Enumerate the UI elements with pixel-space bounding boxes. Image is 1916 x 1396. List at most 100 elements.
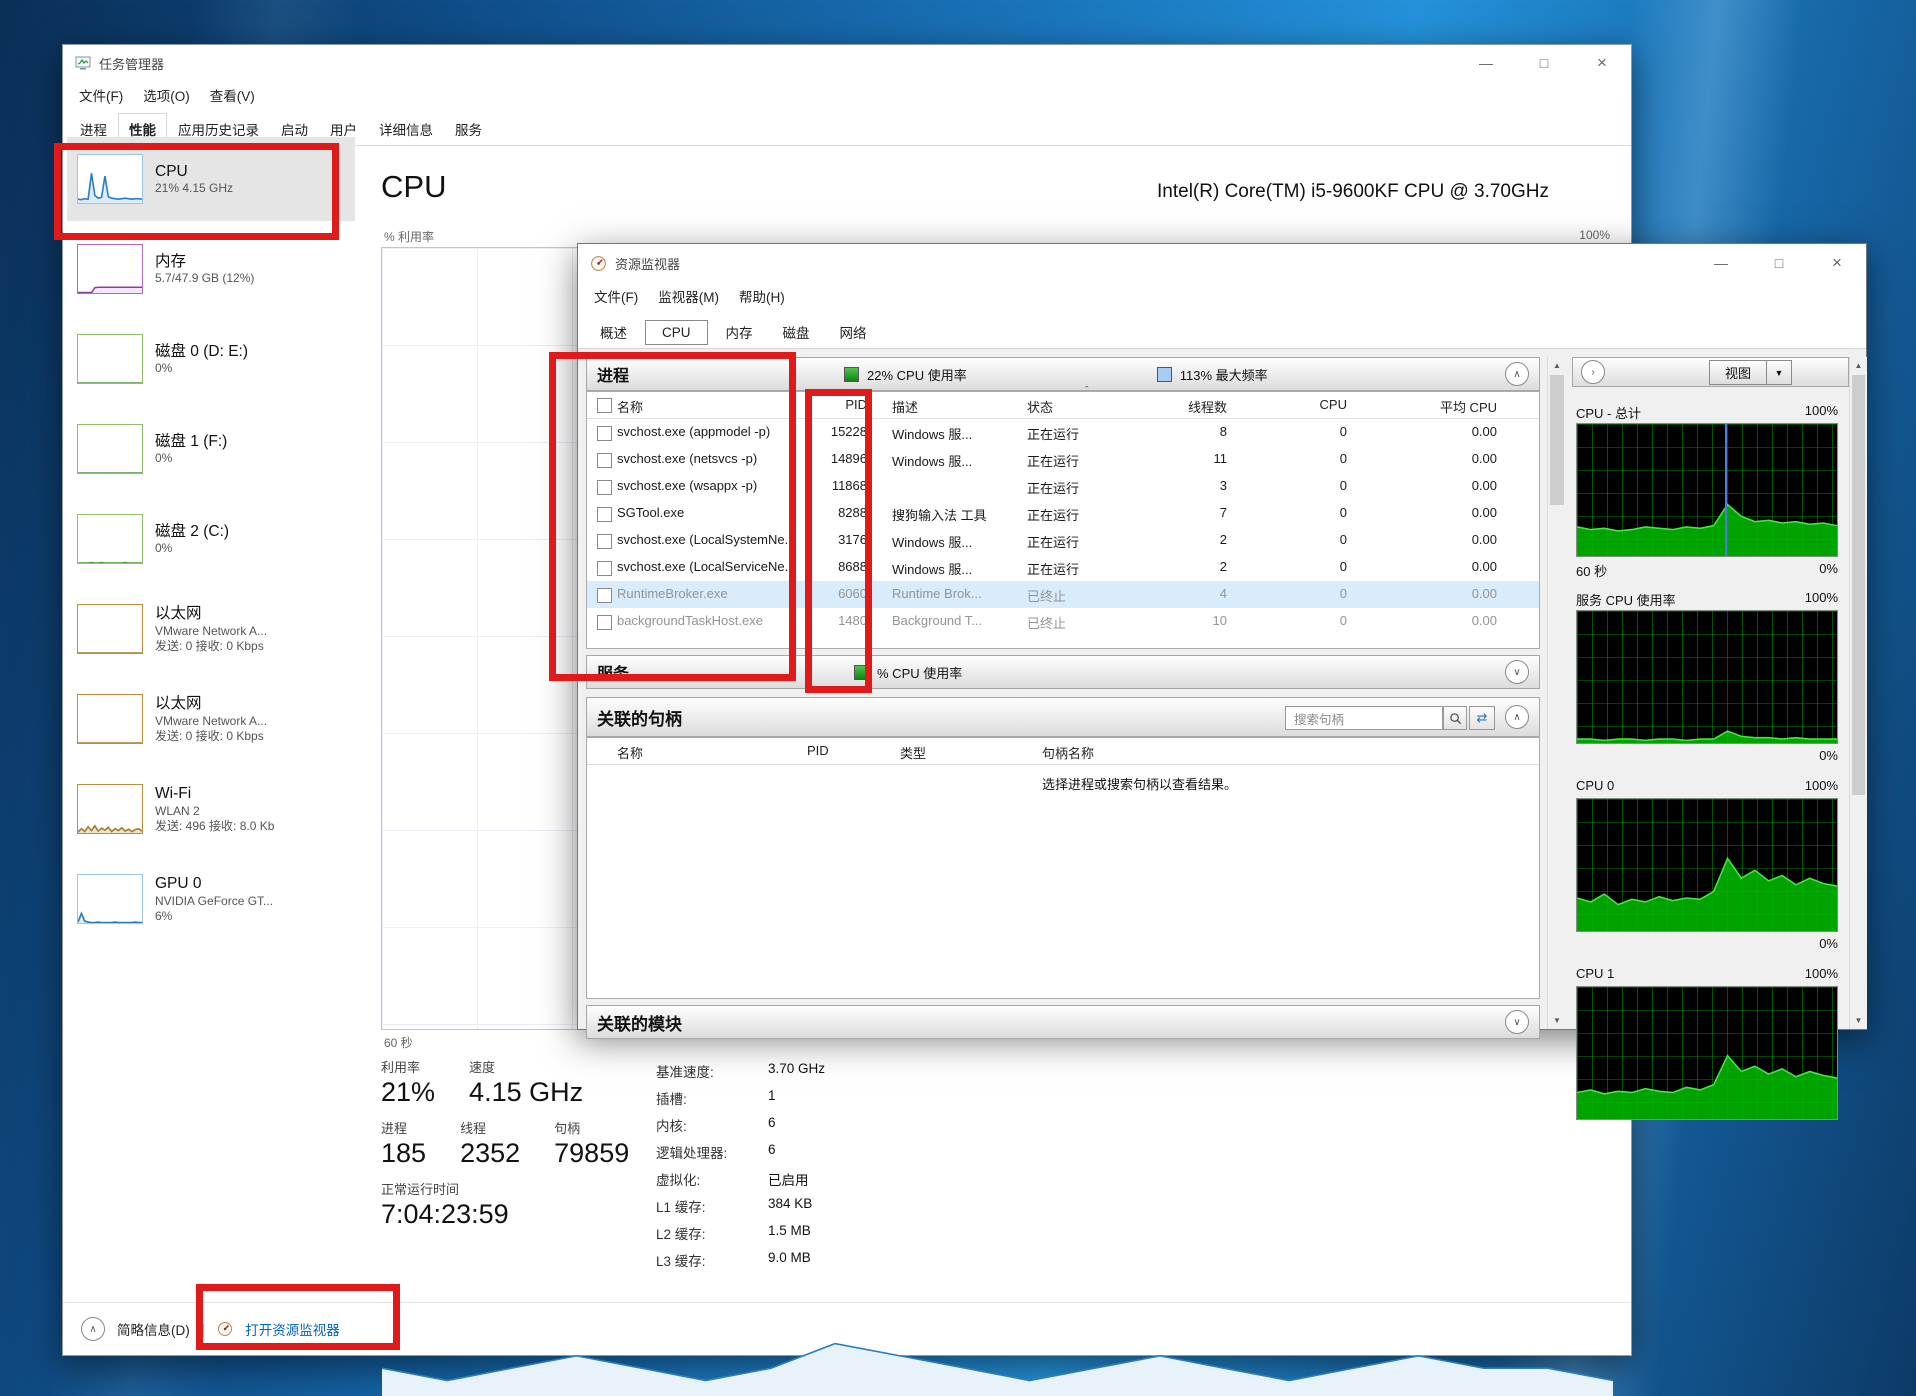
handles-column-PID[interactable]: PID xyxy=(807,743,829,758)
tm-tab-5[interactable]: 详细信息 xyxy=(368,113,444,145)
resource-monitor-titlebar[interactable]: 资源监视器 — □ × xyxy=(578,244,1866,282)
right-scrollbar-thumb[interactable] xyxy=(1852,375,1865,795)
right-scroll-down-arrow[interactable]: ▼ xyxy=(1850,1012,1867,1029)
sidebar-item-subtitle: 6% xyxy=(155,909,273,924)
detail-value: 1 xyxy=(768,1088,776,1108)
expand-graphs-button[interactable]: › xyxy=(1581,360,1605,384)
sidebar-item-2[interactable]: 磁盘 0 (D: E:)0% xyxy=(67,317,355,401)
sidebar-item-7[interactable]: Wi-FiWLAN 2发送: 496 接收: 8.0 Kb xyxy=(67,767,355,851)
modules-section-title: 关联的模块 xyxy=(587,1010,682,1035)
sparkline xyxy=(78,695,142,743)
sidebar-item-6[interactable]: 以太网VMware Network A...发送: 0 接收: 0 Kbps xyxy=(67,677,355,761)
detail-label: 逻辑处理器: xyxy=(656,1142,768,1162)
rm-tab-磁盘[interactable]: 磁盘 xyxy=(771,318,822,346)
handles-section-header[interactable]: 关联的句柄 搜索句柄 ⇄ ∧ xyxy=(586,697,1540,737)
sidebar-item-3[interactable]: 磁盘 1 (F:)0% xyxy=(67,407,355,491)
rm-minimize-button[interactable]: — xyxy=(1692,244,1750,282)
graph-blue-line xyxy=(1725,424,1727,556)
collapse-handles-section-button[interactable]: ∧ xyxy=(1505,705,1529,729)
cell-desc: Windows 服... xyxy=(892,559,972,578)
cpu-details: 基准速度:3.70 GHz插槽:1内核:6逻辑处理器:6虚拟化:已启用L1 缓存… xyxy=(656,1061,825,1277)
sidebar-item-8[interactable]: GPU 0NVIDIA GeForce GT...6% xyxy=(67,857,355,941)
view-dropdown-button[interactable]: ▼ xyxy=(1766,360,1792,385)
cell-threads: 3 xyxy=(1127,478,1227,493)
column-header-描述[interactable]: 描述 xyxy=(892,397,918,416)
column-header-平均 CPU[interactable]: 平均 CPU xyxy=(1387,397,1497,416)
detail-label: 虚拟化: xyxy=(656,1169,768,1189)
sidebar-item-subtitle: 发送: 0 接收: 0 Kbps xyxy=(155,639,267,654)
minimize-button[interactable]: — xyxy=(1457,45,1515,81)
scroll-up-arrow[interactable]: ▲ xyxy=(1548,357,1566,374)
handles-table: 名称PID类型句柄名称 选择进程或搜索句柄以查看结果。 xyxy=(586,737,1540,999)
expand-services-section-button[interactable]: ∨ xyxy=(1505,660,1529,684)
graph-min-label: 0% xyxy=(1758,748,1838,763)
task-manager-titlebar[interactable]: 任务管理器 — □ × xyxy=(63,45,1631,81)
performance-sidebar: CPU21% 4.15 GHz内存5.7/47.9 GB (12%)磁盘 0 (… xyxy=(63,137,363,1301)
detail-value: 384 KB xyxy=(768,1196,812,1216)
maximize-button[interactable]: □ xyxy=(1515,45,1573,81)
resource-monitor-menubar: 文件(F)监视器(M)帮助(H) xyxy=(578,282,1866,314)
sparkline xyxy=(1577,987,1837,1119)
center-scrollbar[interactable]: ▲ ▼ xyxy=(1547,357,1566,1029)
cell-avg-cpu: 0.00 xyxy=(1387,586,1497,601)
rm-maximize-button[interactable]: □ xyxy=(1750,244,1808,282)
sidebar-item-title: GPU 0 xyxy=(155,874,273,893)
rm-tab-概述[interactable]: 概述 xyxy=(588,318,639,346)
graph-title: CPU - 总计 xyxy=(1576,403,1641,422)
cell-status: 正在运行 xyxy=(1027,505,1079,524)
expand-modules-section-button[interactable]: ∨ xyxy=(1505,1010,1529,1034)
column-header-CPU[interactable]: CPU xyxy=(1257,397,1347,412)
tm-menu-item-1[interactable]: 选项(O) xyxy=(135,83,198,107)
handle-search-input[interactable]: 搜索句柄 xyxy=(1285,706,1443,730)
right-scrollbar[interactable]: ▲ ▼ xyxy=(1849,357,1867,1029)
handles-column-名称[interactable]: 名称 xyxy=(617,743,643,762)
handles-column-句柄名称[interactable]: 句柄名称 xyxy=(1042,743,1094,762)
max-frequency-text: 113% 最大频率 xyxy=(1180,365,1268,384)
chevron-down-icon: ▼ xyxy=(1775,368,1784,378)
stat-value: 79859 xyxy=(554,1138,629,1169)
rm-tab-CPU[interactable]: CPU xyxy=(645,320,708,345)
view-button[interactable]: 视图 xyxy=(1709,360,1767,385)
graph-max-label: 100% xyxy=(1758,778,1838,793)
rm-close-button[interactable]: × xyxy=(1808,244,1866,282)
column-header-线程数[interactable]: 线程数 xyxy=(1127,397,1227,416)
cell-status: 正在运行 xyxy=(1027,559,1079,578)
sparkline xyxy=(78,425,142,473)
rm-tab-网络[interactable]: 网络 xyxy=(828,318,879,346)
sidebar-item-title: 内存 xyxy=(155,252,254,271)
scrollbar-thumb[interactable] xyxy=(1550,375,1564,505)
cell-avg-cpu: 0.00 xyxy=(1387,613,1497,628)
cpu-detail-row: L3 缓存:9.0 MB xyxy=(656,1250,825,1270)
collapse-details-button[interactable]: ∧ xyxy=(81,1317,105,1341)
refresh-handles-button[interactable]: ⇄ xyxy=(1469,706,1495,730)
tm-menu-item-0[interactable]: 文件(F) xyxy=(71,83,131,107)
annotation-box-open-resource-monitor xyxy=(196,1284,400,1350)
sidebar-item-4[interactable]: 磁盘 2 (C:)0% xyxy=(67,497,355,581)
modules-section-header[interactable]: 关联的模块 ∨ xyxy=(586,1005,1540,1039)
sidebar-item-5[interactable]: 以太网VMware Network A...发送: 0 接收: 0 Kbps xyxy=(67,587,355,671)
close-button[interactable]: × xyxy=(1573,45,1631,81)
cpu-detail-row: 内核:6 xyxy=(656,1115,825,1135)
resource-monitor-tabbar: 概述CPU内存磁盘网络 xyxy=(578,314,1866,352)
right-scroll-up-arrow[interactable]: ▲ xyxy=(1850,357,1867,374)
column-header-状态[interactable]: 状态 xyxy=(1027,397,1053,416)
cell-desc: Windows 服... xyxy=(892,532,972,551)
handles-columns: 名称 PID 类型 句柄名称 xyxy=(587,738,1539,765)
collapse-process-section-button[interactable]: ∧ xyxy=(1505,362,1529,386)
summary-view-label[interactable]: 简略信息(D) xyxy=(117,1319,190,1339)
annotation-box-pid-column xyxy=(805,389,872,693)
rm-menu-item-2[interactable]: 帮助(H) xyxy=(731,284,793,308)
search-button[interactable] xyxy=(1443,706,1467,730)
handles-column-类型[interactable]: 类型 xyxy=(900,743,926,762)
sidebar-mini-graph xyxy=(77,874,143,924)
tm-menu-item-2[interactable]: 查看(V) xyxy=(202,83,263,107)
cell-status: 正在运行 xyxy=(1027,532,1079,551)
scroll-down-arrow[interactable]: ▼ xyxy=(1548,1012,1566,1029)
rm-menu-item-1[interactable]: 监视器(M) xyxy=(650,284,727,308)
detail-value: 已启用 xyxy=(768,1169,809,1189)
sort-ascending-icon: ˆ xyxy=(1085,385,1089,397)
tm-tab-6[interactable]: 服务 xyxy=(444,113,493,145)
sidebar-mini-graph xyxy=(77,334,143,384)
rm-tab-内存[interactable]: 内存 xyxy=(714,318,765,346)
rm-menu-item-0[interactable]: 文件(F) xyxy=(586,284,646,308)
